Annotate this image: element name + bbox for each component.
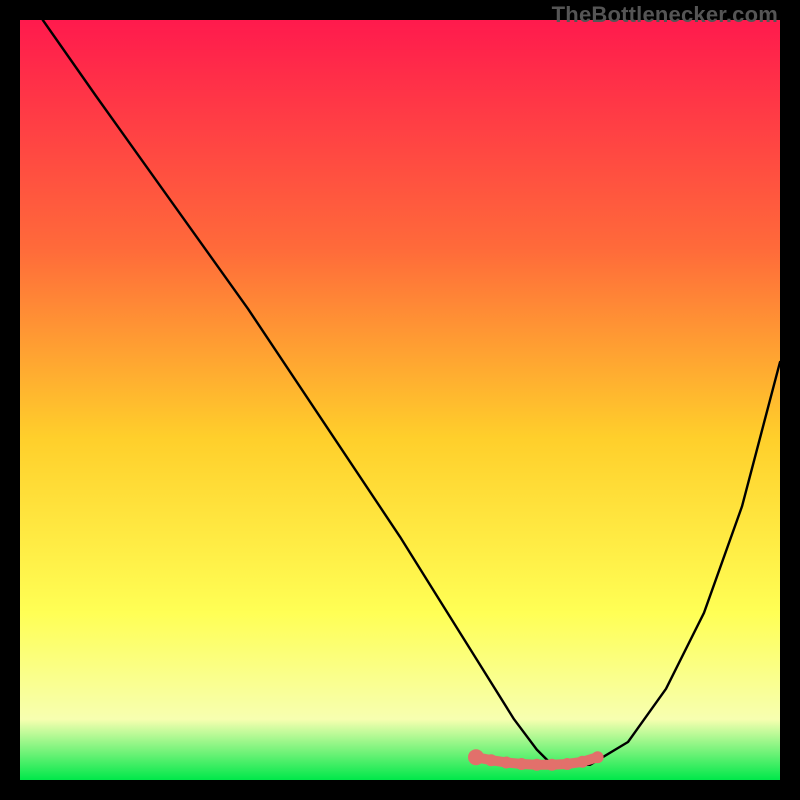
valley-highlight-dot [561, 758, 573, 770]
watermark-text: TheBottlenecker.com [552, 2, 778, 28]
bottleneck-chart [20, 20, 780, 780]
valley-highlight-dot [500, 757, 512, 769]
valley-highlight-dot [516, 758, 528, 770]
valley-highlight-dot [531, 759, 543, 771]
chart-frame [20, 20, 780, 780]
valley-highlight-dot [468, 749, 484, 765]
valley-highlight-dot [546, 759, 558, 771]
valley-highlight-dot [592, 751, 604, 763]
valley-highlight-dot [576, 756, 588, 768]
gradient-background [20, 20, 780, 780]
valley-highlight-dot [485, 754, 497, 766]
